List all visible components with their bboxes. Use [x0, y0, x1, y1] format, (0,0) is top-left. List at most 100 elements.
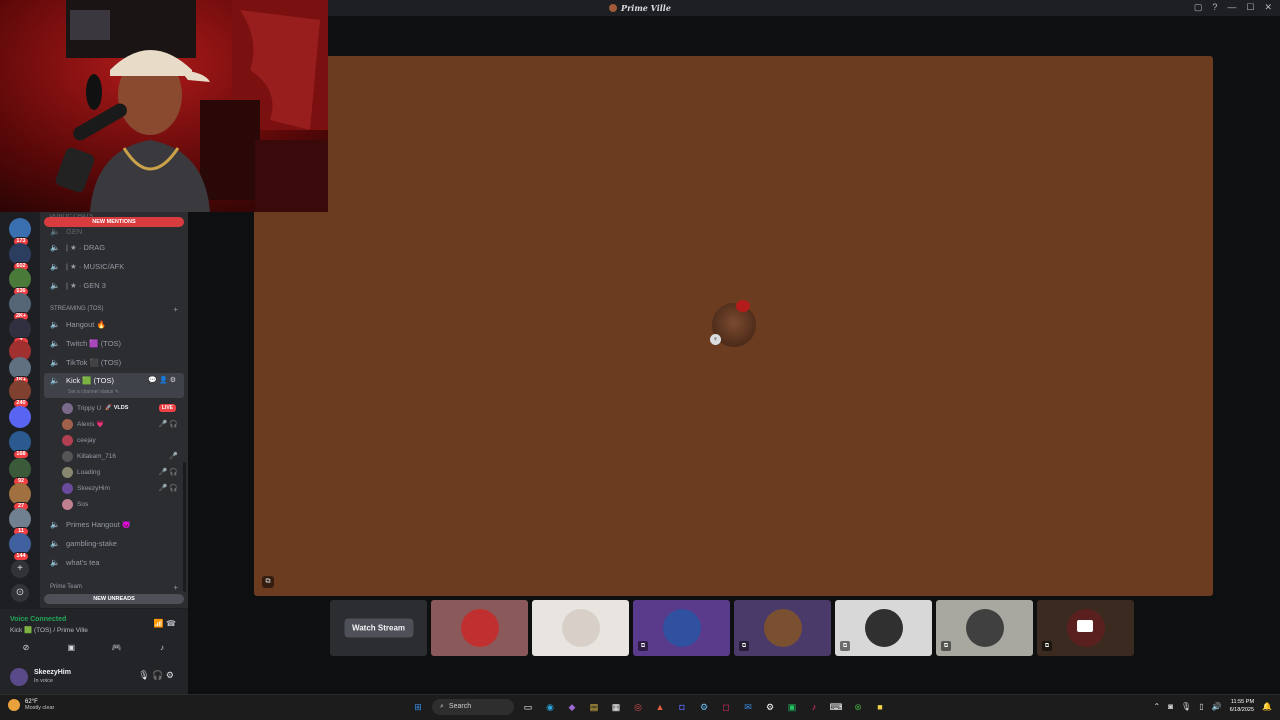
instagram-icon[interactable]: ◻ — [718, 699, 734, 715]
avatar[interactable] — [10, 668, 28, 686]
voice-user[interactable]: Trippy U 🚀 VLDS LIVE — [62, 400, 182, 416]
participant-tile[interactable]: ⧉ — [835, 600, 932, 656]
participant-tile[interactable] — [532, 600, 629, 656]
messenger-icon[interactable]: ✉ — [740, 699, 756, 715]
camera-off-button[interactable]: ⊘ — [8, 641, 44, 655]
server-icon[interactable]: 7 — [9, 318, 31, 346]
mic-icon[interactable]: 🎙 — [1181, 702, 1191, 711]
copilot-icon[interactable]: ◆ — [564, 699, 580, 715]
channel-tiktok[interactable]: 🔈 TikTok ⬛ (TOS) — [44, 354, 184, 371]
add-channel-icon[interactable]: + — [173, 583, 178, 592]
notification-icon[interactable]: 🔔 — [1262, 702, 1272, 711]
participant-tile[interactable]: ⧉ — [1037, 600, 1134, 656]
add-channel-icon[interactable]: + — [173, 305, 178, 314]
channel-scrollbar[interactable] — [183, 462, 186, 592]
channel-kick-active[interactable]: 🔈 Kick 🟩 (TOS) 💬 👤 ⚙ Set a channel statu… — [44, 373, 184, 398]
server-icon[interactable]: 92 — [9, 458, 31, 486]
server-icon[interactable]: 144 — [9, 533, 31, 561]
voice-panel-actions[interactable]: 📶 ☎ — [154, 619, 176, 628]
server-icon[interactable]: 168 — [9, 431, 31, 459]
taskbar-search[interactable]: ⌕ Search — [432, 699, 514, 715]
app-icon[interactable]: ⌨ — [828, 699, 844, 715]
sticky-notes-icon[interactable]: ■ — [872, 699, 888, 715]
live-badge[interactable]: LIVE — [158, 404, 176, 412]
inbox-icon[interactable]: ▢ — [1194, 2, 1203, 13]
voice-user[interactable]: ceejay — [62, 432, 182, 448]
voice-user-name: Killakam_716 — [77, 452, 117, 460]
channel-gambling-stake[interactable]: 🔈 gambling-stake — [44, 535, 184, 552]
weather-widget[interactable]: 62°F Mostly clear — [8, 699, 54, 711]
participant-tile[interactable] — [431, 600, 528, 656]
store-icon[interactable]: ▦ — [608, 699, 624, 715]
username[interactable]: SkeezyHim — [34, 669, 71, 676]
chrome-icon[interactable]: ◎ — [630, 699, 646, 715]
minimize-button[interactable]: — — [1227, 2, 1236, 13]
server-icon[interactable]: 536 — [9, 268, 31, 296]
server-icon[interactable]: 240 — [9, 380, 31, 408]
window-title: Prime Ville — [621, 3, 671, 13]
channel-status-prompt[interactable]: Set a channel status ✎ — [68, 389, 119, 395]
chevron-up-icon[interactable]: ⌃ — [1153, 702, 1160, 711]
speaker-avatar[interactable]: ♀ — [710, 300, 756, 347]
voice-user[interactable]: Alexis 💗 🎤 🎧 — [62, 416, 182, 432]
server-icon[interactable]: 173 — [9, 218, 31, 246]
task-view-icon[interactable]: ▭ — [520, 699, 536, 715]
network-icon[interactable]: ▯ — [1199, 702, 1203, 711]
channel-gen-3[interactable]: 🔈 | ★ · GEN 3 — [44, 277, 184, 294]
voice-user[interactable]: Killakam_716 🎤 — [62, 448, 182, 464]
channel-primes-hangout[interactable]: 🔈 Primes Hangout 😈 — [44, 516, 184, 533]
server-icon[interactable]: 11 — [9, 508, 31, 536]
clock[interactable]: 11:55 PM 6/18/2025 — [1230, 698, 1254, 714]
maximize-button[interactable]: ☐ — [1246, 2, 1254, 13]
speaker-icon: 🔈 — [50, 281, 60, 290]
participant-tile[interactable]: ⧉ — [734, 600, 831, 656]
tiktok-icon[interactable]: ♪ — [806, 699, 822, 715]
screen-share-button[interactable]: ▣ — [53, 641, 89, 655]
start-icon[interactable]: ⊞ — [410, 699, 426, 715]
help-icon[interactable]: ? — [1212, 2, 1217, 13]
server-icon[interactable]: 2K+ — [9, 293, 31, 321]
server-icon[interactable]: 1K+ — [9, 357, 31, 385]
avatar — [62, 418, 73, 430]
category-streaming[interactable]: STREAMING (TOS) + — [44, 303, 184, 315]
settings-icon[interactable]: ⚙ — [762, 699, 778, 715]
soundboard-button[interactable]: ♪ — [144, 641, 180, 655]
xbox-icon[interactable]: ⊗ — [850, 699, 866, 715]
watch-stream-button[interactable]: Watch Stream — [343, 618, 414, 638]
voice-user[interactable]: Loading 🎤 🎧 — [62, 464, 182, 480]
voice-connected-status[interactable]: Voice Connected — [10, 616, 66, 623]
server-icon[interactable] — [9, 406, 31, 428]
user-controls[interactable]: 🎙 🎧 ⚙ — [138, 670, 174, 681]
discord-icon[interactable]: ◘ — [674, 699, 690, 715]
channel-action-icons[interactable]: 💬 👤 ⚙ — [148, 376, 176, 384]
new-mentions-pill[interactable]: NEW MENTIONS — [44, 217, 184, 227]
channel-whats-tea[interactable]: 🔈 what's tea — [44, 554, 184, 571]
add-server-icon[interactable]: + — [11, 560, 29, 578]
server-icon[interactable]: 602 — [9, 243, 31, 271]
channel-music-afk[interactable]: 🔈 | ★ · MUSIC/AFK — [44, 258, 184, 275]
new-unreads-pill[interactable]: NEW UNREADS — [44, 594, 184, 604]
activities-button[interactable]: 🎮 — [99, 641, 135, 655]
watch-stream-tile[interactable]: Watch Stream — [330, 600, 427, 656]
explore-icon[interactable]: ⊙ — [11, 584, 29, 602]
participant-tile[interactable]: ⧉ — [936, 600, 1033, 656]
green-app-icon[interactable]: ▣ — [784, 699, 800, 715]
edge-icon[interactable]: ◉ — [542, 699, 558, 715]
voice-user[interactable]: SkeezyHim 🎤 🎧 — [62, 480, 182, 496]
category-prime-team[interactable]: Prime Team + — [44, 581, 184, 593]
steam-icon[interactable]: ⚙ — [696, 699, 712, 715]
channel-twitch[interactable]: 🔈 Twitch 🟪 (TOS) — [44, 335, 184, 352]
channel-drag[interactable]: 🔈 | ★ · DRAG — [44, 239, 184, 256]
app-tray-icon[interactable]: ◙ — [1168, 702, 1173, 711]
voice-user[interactable]: Sos — [62, 496, 182, 512]
brave-icon[interactable]: ▲ — [652, 699, 668, 715]
close-button[interactable]: ✕ — [1264, 2, 1272, 13]
voice-user-name: Loading — [77, 468, 101, 476]
participant-tile[interactable]: ⧉ — [633, 600, 730, 656]
channel-hangout[interactable]: 🔈 Hangout 🔥 — [44, 316, 184, 333]
server-icon[interactable]: 27 — [9, 483, 31, 511]
voice-channel-path[interactable]: Kick 🟩 (TOS) / Prime Ville — [10, 626, 88, 634]
file-explorer-icon[interactable]: ▤ — [586, 699, 602, 715]
mute-deafen-icon: 🎤 🎧 — [158, 421, 178, 428]
volume-icon[interactable]: 🔊 — [1212, 702, 1222, 711]
